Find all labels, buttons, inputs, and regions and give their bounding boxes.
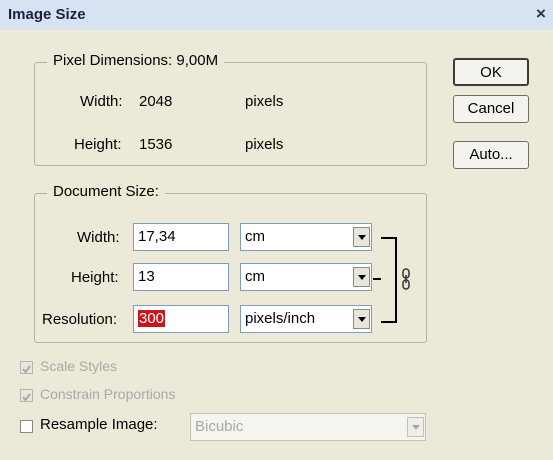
chevron-down-icon[interactable] (353, 309, 370, 329)
resolution-value: 300 (138, 310, 166, 327)
doc-width-unit-value: cm (245, 228, 265, 245)
constrain-proportions-checkbox[interactable] (20, 389, 33, 402)
checkmark-icon (22, 365, 31, 374)
chevron-down-icon[interactable] (353, 227, 370, 247)
resample-method-value: Bicubic (195, 418, 244, 435)
checkmark-icon (22, 393, 31, 402)
auto-button[interactable]: Auto... (453, 141, 529, 169)
resolution-unit-value: pixels/inch (245, 310, 316, 327)
doc-height-unit-value: cm (245, 268, 265, 285)
chevron-down-icon[interactable] (353, 267, 370, 287)
doc-width-input[interactable]: 17,34 (133, 223, 229, 251)
resample-image-label: Resample Image: (40, 416, 158, 433)
window-title: Image Size (8, 6, 86, 23)
pixel-width-unit: pixels (245, 93, 284, 110)
pixel-width-label: Width: (80, 93, 123, 110)
pixel-height-unit: pixels (245, 136, 284, 153)
bracket-tick (373, 278, 381, 280)
cancel-button[interactable]: Cancel (453, 95, 529, 123)
pixel-dimensions-label: Pixel Dimensions: (53, 52, 173, 69)
resample-method-select[interactable]: Bicubic (190, 413, 426, 441)
scale-styles-checkbox[interactable] (20, 361, 33, 374)
close-icon[interactable]: × (536, 4, 546, 24)
chain-link-icon (402, 268, 410, 294)
scale-styles-label: Scale Styles (40, 358, 118, 374)
chevron-down-icon[interactable] (407, 417, 424, 437)
doc-height-label: Height: (71, 269, 119, 286)
constrain-bracket (381, 237, 397, 323)
resolution-input[interactable]: 300 (133, 305, 229, 333)
pixel-dimensions-legend: Pixel Dimensions: 9,00M (47, 52, 225, 69)
pixel-height-value: 1536 (139, 136, 173, 153)
constrain-proportions-label: Constrain Proportions (40, 386, 176, 402)
pixel-width-value: 2048 (139, 93, 173, 110)
resolution-label: Resolution: (42, 311, 118, 328)
document-size-legend: Document Size: (47, 183, 165, 200)
ok-button[interactable]: OK (453, 58, 529, 86)
resample-image-checkbox[interactable] (20, 420, 33, 433)
doc-width-label: Width: (77, 229, 120, 246)
doc-height-input[interactable]: 13 (133, 263, 229, 291)
pixel-dimensions-size: 9,00M (176, 52, 219, 69)
pixel-height-label: Height: (74, 136, 122, 153)
